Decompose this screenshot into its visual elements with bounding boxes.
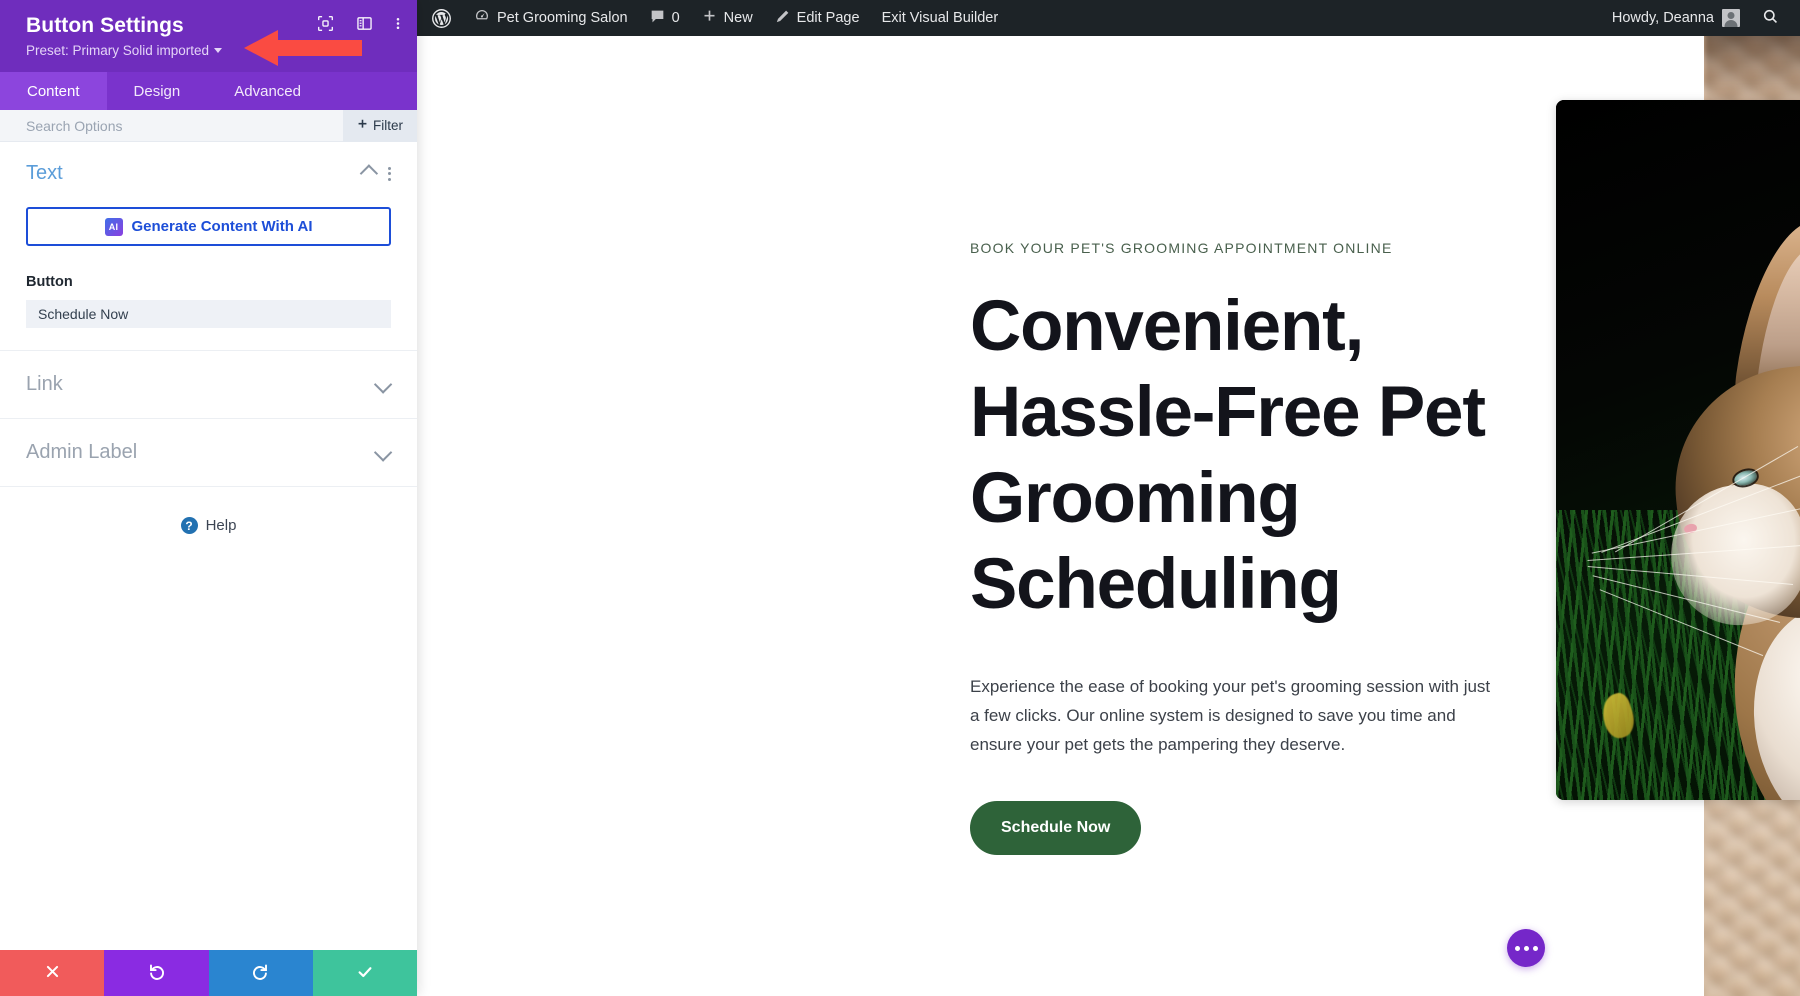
wp-admin-bar-logo[interactable] <box>417 0 463 36</box>
redo-arrow-icon <box>251 962 270 984</box>
wordpress-logo-icon <box>431 8 452 29</box>
wp-admin-bar-site-label: Pet Grooming Salon <box>497 10 628 26</box>
chevron-down-icon <box>214 48 223 53</box>
hero-image <box>1556 100 1800 800</box>
comment-bubble-icon <box>650 9 665 28</box>
generate-ai-label: Generate Content With AI <box>131 218 313 235</box>
ellipsis-icon-dot <box>1523 945 1529 951</box>
preset-selector[interactable]: Preset: Primary Solid imported <box>26 43 223 58</box>
wp-admin-bar-account-area: Howdy, Deanna <box>1598 0 1800 36</box>
panel-header: Button Settings Preset: Primary Solid im… <box>0 0 417 72</box>
cat-illustration <box>1556 100 1800 800</box>
hero-eyebrow: BOOK YOUR PET'S GROOMING APPOINTMENT ONL… <box>970 240 1393 256</box>
panel-header-icons <box>317 15 401 32</box>
ellipsis-icon-dot <box>1514 945 1520 951</box>
wp-admin-bar-new-label: New <box>723 10 753 26</box>
wp-admin-bar-exit-visual-builder[interactable]: Exit Visual Builder <box>871 0 1010 36</box>
section-text: Text AI Generate Content With AI Button <box>0 142 417 351</box>
cat-whiskers <box>1587 436 1800 674</box>
screen-root: BOOK YOUR PET'S GROOMING APPOINTMENT ONL… <box>0 0 1800 996</box>
button-field-label: Button <box>26 274 73 290</box>
schedule-now-button[interactable]: Schedule Now <box>970 801 1142 855</box>
section-text-controls <box>359 164 391 183</box>
help-link[interactable]: ? Help <box>0 487 417 534</box>
hero-heading: Convenient, Hassle-Free Pet Grooming Sch… <box>970 287 1486 624</box>
plus-icon <box>702 9 717 28</box>
wp-admin-bar-search[interactable] <box>1751 0 1790 36</box>
filter-button[interactable]: Filter <box>343 109 417 142</box>
button-text-input[interactable] <box>26 300 391 328</box>
search-input[interactable] <box>26 117 343 134</box>
wp-admin-bar-account[interactable]: Howdy, Deanna <box>1598 0 1751 36</box>
search-options-row: Filter <box>0 109 417 142</box>
section-admin-label-title: Admin Label <box>26 441 138 463</box>
chevron-down-icon[interactable] <box>373 375 393 394</box>
preset-label: Preset: Primary Solid imported <box>26 43 210 58</box>
button-settings-panel: Button Settings Preset: Primary Solid im… <box>0 0 417 996</box>
undo-button[interactable] <box>104 950 209 996</box>
undo-arrow-icon <box>147 962 166 984</box>
section-text-header[interactable]: Text <box>26 162 391 185</box>
panel-tabs: Content Design Advanced <box>0 72 417 110</box>
avatar <box>1722 9 1740 27</box>
wp-admin-bar-greeting: Howdy, Deanna <box>1611 10 1714 26</box>
dashboard-icon <box>474 8 490 28</box>
panel-body: Text AI Generate Content With AI Button … <box>0 142 417 950</box>
more-options-fab[interactable] <box>1507 929 1545 967</box>
layout-panel-icon[interactable] <box>356 15 373 32</box>
close-x-icon <box>44 963 61 983</box>
wp-admin-bar: Pet Grooming Salon 0 New Edit Page Exit … <box>417 0 1800 36</box>
cancel-button[interactable] <box>0 950 105 996</box>
hero-text-column: BOOK YOUR PET'S GROOMING APPOINTMENT ONL… <box>970 240 1530 855</box>
question-mark-icon: ? <box>180 517 198 534</box>
redo-button[interactable] <box>208 950 313 996</box>
wp-admin-bar-comments[interactable]: 0 <box>639 0 691 36</box>
plus-icon <box>357 118 368 133</box>
tab-design[interactable]: Design <box>107 72 208 110</box>
save-button[interactable] <box>312 950 417 996</box>
kebab-menu-icon[interactable] <box>395 15 401 32</box>
tab-advanced[interactable]: Advanced <box>207 72 328 110</box>
search-icon <box>1762 8 1779 29</box>
wp-admin-bar-edit-label: Edit Page <box>796 10 860 26</box>
hero-paragraph: Experience the ease of booking your pet'… <box>970 677 1491 754</box>
wp-admin-bar-edit-page[interactable]: Edit Page <box>764 0 871 36</box>
wp-admin-bar-exit-label: Exit Visual Builder <box>881 10 999 26</box>
help-label: Help <box>205 517 237 534</box>
section-link[interactable]: Link <box>0 351 417 419</box>
section-admin-label[interactable]: Admin Label <box>0 419 417 487</box>
ellipsis-icon-dot <box>1532 945 1538 951</box>
filter-button-label: Filter <box>373 118 403 133</box>
chevron-up-icon[interactable] <box>359 164 379 183</box>
ai-icon: AI <box>104 217 123 236</box>
chevron-down-icon[interactable] <box>373 443 393 462</box>
focus-target-icon[interactable] <box>317 15 334 32</box>
panel-footer-actions <box>0 950 417 996</box>
wp-admin-bar-new[interactable]: New <box>691 0 764 36</box>
visual-builder-preview: BOOK YOUR PET'S GROOMING APPOINTMENT ONL… <box>417 0 1800 996</box>
wp-admin-bar-site-name[interactable]: Pet Grooming Salon <box>463 0 639 36</box>
checkmark-icon <box>356 963 374 984</box>
section-text-title: Text <box>26 162 63 184</box>
generate-content-with-ai-button[interactable]: AI Generate Content With AI <box>26 207 391 246</box>
wp-admin-bar-comment-count: 0 <box>671 10 680 26</box>
kebab-menu-icon[interactable] <box>388 166 391 181</box>
section-link-title: Link <box>26 373 63 395</box>
tab-content[interactable]: Content <box>0 72 107 110</box>
pencil-icon <box>775 9 790 28</box>
